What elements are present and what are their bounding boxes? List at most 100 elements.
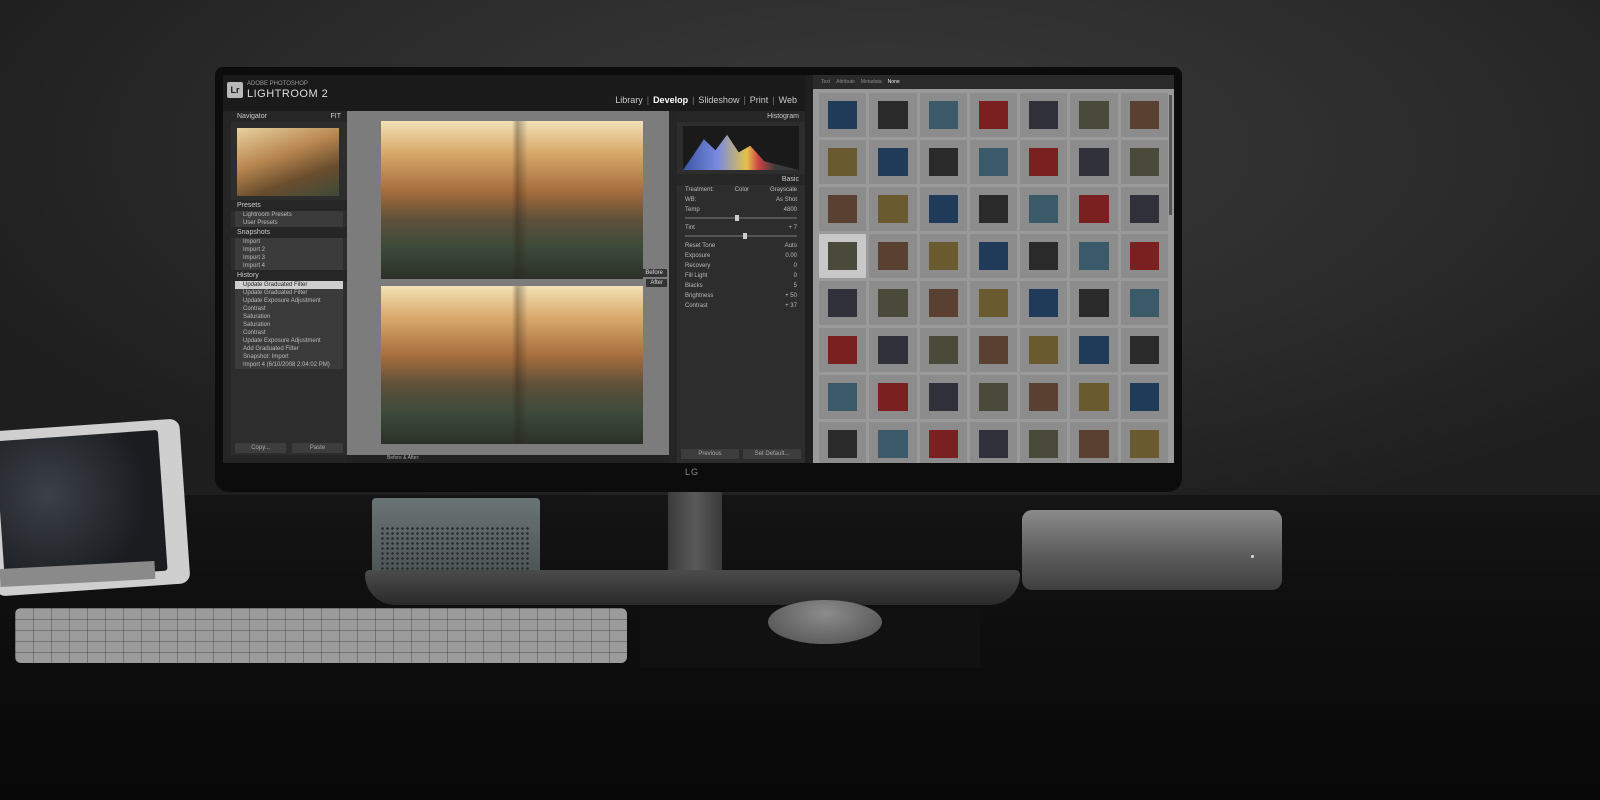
snapshot-item[interactable]: Import 4 [235,262,343,270]
thumbnail-cell[interactable] [819,328,867,372]
slider-value[interactable]: 0.00 [785,253,797,259]
history-header[interactable]: History [231,270,347,281]
history-item[interactable]: Update Exposure Adjustment [235,337,343,345]
slider-value[interactable]: 5 [794,283,797,289]
wb-select[interactable]: As Shot [776,197,797,203]
thumbnail-cell[interactable] [919,93,967,137]
thumbnail-cell[interactable] [919,422,967,463]
thumbnail-cell[interactable] [869,93,917,137]
thumbnail-cell[interactable] [1070,375,1118,419]
history-item[interactable]: Update Graduated Filter [235,289,343,297]
thumbnail-cell[interactable] [969,93,1018,137]
treatment-color[interactable]: Color [735,187,749,193]
thumbnail-cell[interactable] [1020,328,1068,372]
presets-header[interactable]: Presets [231,200,347,211]
thumbnail-cell[interactable] [1120,328,1168,372]
paste-button[interactable]: Paste [292,443,343,453]
after-photo[interactable] [381,286,643,444]
thumbnail-cell[interactable] [1070,187,1118,231]
history-item[interactable]: Saturation [235,313,343,321]
thumbnail-cell[interactable] [819,93,867,137]
history-item[interactable]: Saturation [235,321,343,329]
slider-value[interactable]: + 37 [785,303,797,309]
thumbnail-cell[interactable] [869,281,917,325]
module-library[interactable]: Library [615,95,643,105]
slider-value[interactable]: + 50 [785,293,797,299]
thumbnail-cell[interactable] [1020,281,1068,325]
grid-scrollbar[interactable] [1169,95,1172,215]
filter-tab-attribute[interactable]: Attribute [836,79,855,85]
snapshot-item[interactable]: Import 3 [235,254,343,262]
thumbnail-cell[interactable] [1120,422,1168,463]
thumbnail-cell[interactable] [969,140,1018,184]
tint-slider[interactable] [685,233,797,239]
thumbnail-cell[interactable] [919,187,967,231]
thumbnail-cell[interactable] [919,234,967,278]
thumbnail-cell[interactable] [819,187,867,231]
module-web[interactable]: Web [779,95,797,105]
thumbnail-cell[interactable] [1120,234,1168,278]
navigator-zoom[interactable]: FIT [331,113,342,120]
thumbnail-cell[interactable] [869,140,917,184]
filter-tab-metadata[interactable]: Metadata [861,79,882,85]
history-item[interactable]: Update Exposure Adjustment [235,297,343,305]
thumbnail-cell[interactable] [1020,140,1068,184]
navigator-header[interactable]: Navigator FIT [231,111,347,122]
histogram-header[interactable]: Histogram [677,111,805,122]
treatment-grayscale[interactable]: Grayscale [770,187,797,193]
before-after-label[interactable]: Before & After: [387,455,420,461]
history-item[interactable]: Contrast [235,305,343,313]
slider-value[interactable]: 0 [794,273,797,279]
thumbnail-cell[interactable] [1120,140,1168,184]
thumbnail-cell[interactable] [1020,187,1068,231]
slider-value[interactable]: 4800 [784,207,797,213]
thumbnail-cell[interactable] [969,187,1018,231]
history-item[interactable]: Snapshot: Import [235,353,343,361]
copy-button[interactable]: Copy... [235,443,286,453]
thumbnail-cell[interactable] [869,234,917,278]
snapshot-item[interactable]: Import [235,238,343,246]
thumbnail-cell[interactable] [869,422,917,463]
history-item[interactable]: Add Graduated Filter [235,345,343,353]
set-default-button[interactable]: Set Default... [743,449,801,459]
thumbnail-cell[interactable] [1020,93,1068,137]
thumbnail-cell[interactable] [1070,234,1118,278]
thumbnail-cell[interactable] [919,281,967,325]
thumbnail-cell[interactable] [919,375,967,419]
thumbnail-cell[interactable] [1070,140,1118,184]
module-develop[interactable]: Develop [653,95,688,105]
basic-header[interactable]: Basic [677,174,805,185]
history-item[interactable]: Contrast [235,329,343,337]
filter-tab-text[interactable]: Text [821,79,830,85]
thumbnail-cell[interactable] [819,234,867,278]
thumbnail-cell[interactable] [919,140,967,184]
thumbnail-cell[interactable] [1020,375,1068,419]
thumbnail-cell[interactable] [869,375,917,419]
thumbnail-cell[interactable] [1070,281,1118,325]
thumbnail-cell[interactable] [919,328,967,372]
thumbnail-cell[interactable] [969,281,1018,325]
navigator-preview[interactable] [237,128,339,196]
module-print[interactable]: Print [750,95,769,105]
thumbnail-cell[interactable] [969,234,1018,278]
previous-button[interactable]: Previous [681,449,739,459]
module-slideshow[interactable]: Slideshow [698,95,739,105]
thumbnail-cell[interactable] [1070,422,1118,463]
thumbnail-cell[interactable] [819,422,867,463]
thumbnail-cell[interactable] [1120,375,1168,419]
before-photo[interactable] [381,121,643,279]
history-item[interactable]: Update Graduated Filter [235,281,343,289]
preset-folder[interactable]: Lightroom Presets [235,211,343,219]
thumbnail-cell[interactable] [969,422,1018,463]
temp-slider[interactable] [685,215,797,221]
preset-folder[interactable]: User Presets [235,219,343,227]
thumbnail-cell[interactable] [1120,281,1168,325]
thumbnail-cell[interactable] [1070,328,1118,372]
filter-tab-none[interactable]: None [888,79,900,85]
thumbnail-cell[interactable] [869,328,917,372]
thumbnail-cell[interactable] [969,375,1018,419]
thumbnail-cell[interactable] [1020,234,1068,278]
thumbnail-cell[interactable] [1020,422,1068,463]
history-item[interactable]: Import 4 (6/10/2008 2:04:02 PM) [235,361,343,369]
snapshots-header[interactable]: Snapshots [231,227,347,238]
